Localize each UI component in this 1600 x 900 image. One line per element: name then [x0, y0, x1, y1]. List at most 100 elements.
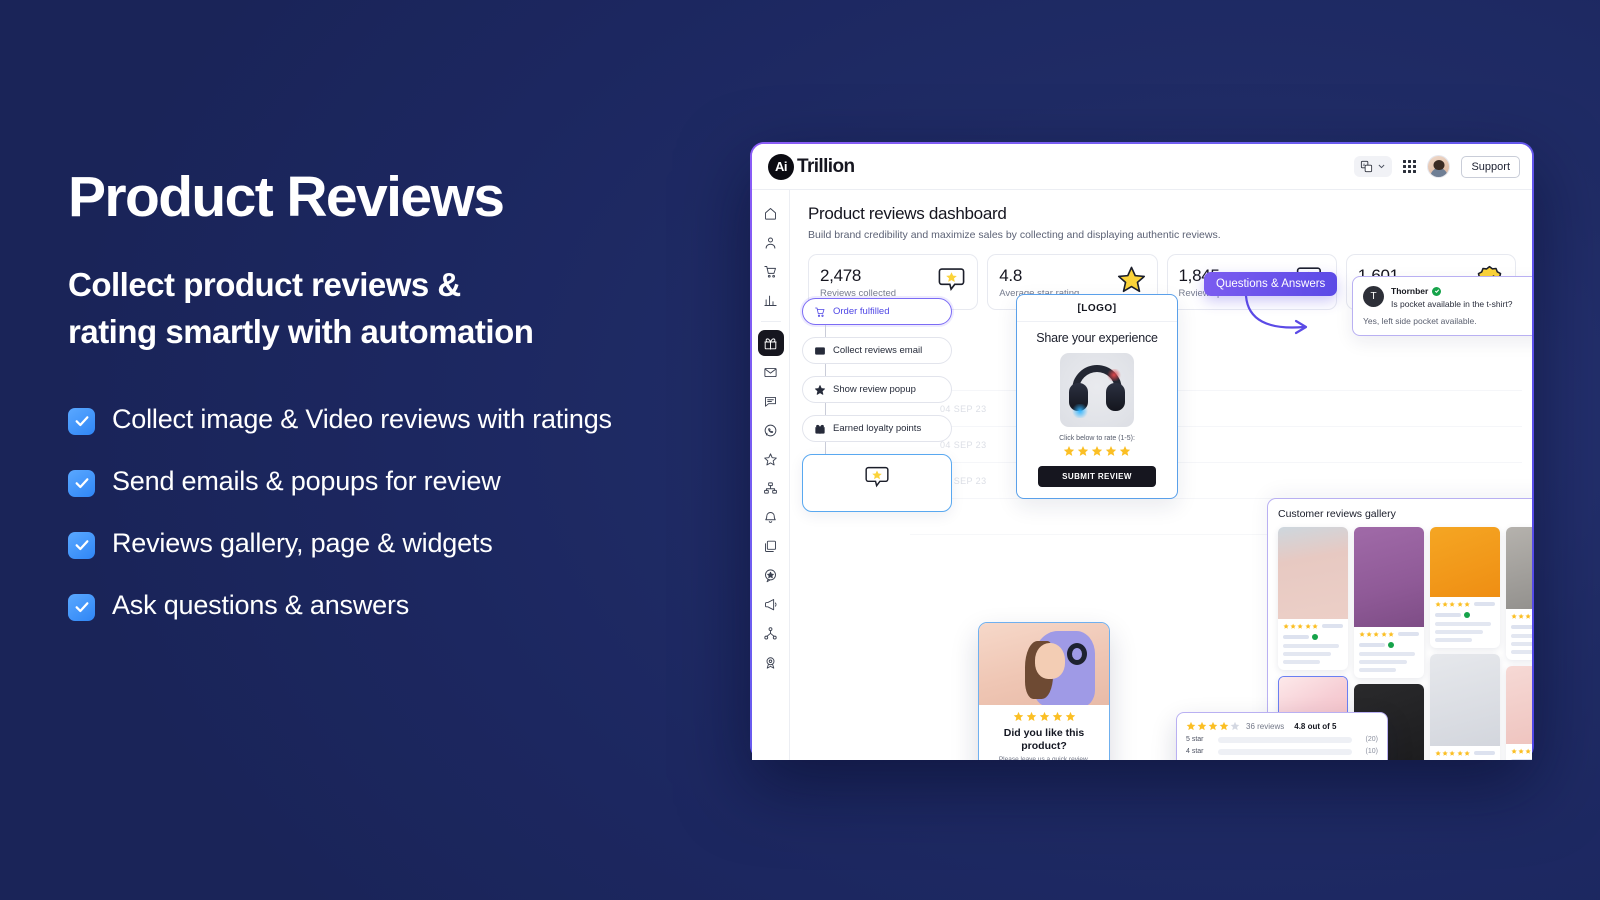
star-bubble-icon — [811, 464, 943, 495]
reviews-count: 36 reviews — [1246, 721, 1285, 731]
feature-item: Send emails & popups for review — [68, 464, 668, 500]
dashboard-title: Product reviews dashboard — [808, 204, 1007, 223]
brand-name: Trillion — [797, 155, 855, 177]
sidebar-item-whatsapp[interactable] — [758, 417, 784, 443]
verified-icon — [1432, 286, 1442, 296]
verified-icon — [1464, 611, 1470, 618]
workflow-icon — [764, 481, 777, 494]
sidebar-item-megaphone[interactable] — [758, 591, 784, 617]
card-stars — [1511, 613, 1532, 620]
rating-row: 5 star (20) — [1186, 736, 1378, 743]
card-stars — [1511, 748, 1532, 755]
table-row: 04 SEP 23 — [910, 462, 1522, 498]
gallery-title: Customer reviews gallery — [1278, 508, 1396, 520]
feature-label: Reviews gallery, page & widgets — [112, 527, 493, 558]
chat-icon — [765, 396, 776, 407]
sidebar-item-review-bubble[interactable] — [758, 562, 784, 588]
questions-answers-badge: Questions & Answers — [1204, 272, 1338, 296]
rating-row-count: (20) — [1365, 736, 1378, 743]
avatar[interactable] — [1427, 155, 1451, 178]
subheadline-line-1: Collect product reviews & — [68, 266, 461, 304]
sidebar-item-home[interactable] — [758, 200, 784, 226]
sidebar-item-customer[interactable] — [758, 229, 784, 255]
star-icon — [1197, 721, 1207, 731]
workflow-node[interactable]: Collect reviews email — [802, 337, 952, 364]
gallery-review-card[interactable] — [1278, 527, 1348, 670]
dashboard-subtitle: Build brand credibility and maximize sal… — [808, 229, 1221, 241]
popup-rating-stars[interactable] — [987, 711, 1101, 722]
rating-summary-card: 36 reviews 4.8 out of 5 5 star (20) 4 st… — [1176, 712, 1388, 760]
feature-item: Collect image & Video reviews with ratin… — [68, 402, 668, 438]
rating-breakdown: 5 star (20) 4 star (10) 3 star (5) 2 sta… — [1186, 736, 1378, 760]
gallery-review-card[interactable] — [1430, 653, 1500, 760]
badge-icon — [766, 656, 775, 669]
sidebar-divider — [760, 321, 781, 322]
gallery-review-card[interactable] — [1506, 665, 1532, 760]
sidebar-item-bell[interactable] — [758, 504, 784, 530]
woman-towel-mirror — [1430, 653, 1500, 746]
checkbox-icon — [68, 407, 95, 435]
woman-applying-makeup — [1506, 665, 1532, 744]
app-sidebar — [752, 190, 790, 760]
layers-icon — [765, 540, 776, 552]
popup-subtext: Please leave us a quick review. — [998, 756, 1090, 760]
sidebar-item-gift[interactable] — [757, 330, 784, 356]
summary-stars — [1186, 721, 1240, 731]
sidebar-item-badge[interactable] — [758, 649, 784, 675]
sidebar-item-cart[interactable] — [758, 258, 784, 284]
verified-icon — [1388, 641, 1394, 648]
star-icon — [1219, 721, 1229, 731]
woman-green-sweater — [1354, 527, 1424, 627]
qa-avatar: T — [1363, 286, 1384, 307]
curved-arrow-icon — [1244, 294, 1308, 335]
gallery-review-card[interactable] — [1430, 527, 1500, 648]
card-stars — [1435, 750, 1495, 757]
sidebar-item-chat[interactable] — [758, 388, 784, 414]
promo-banner: Product Reviews Collect product reviews … — [0, 0, 1600, 900]
subheadline: Collect product reviews & rating smartly… — [68, 262, 668, 356]
app-topbar: Ai Trillion A Support — [752, 144, 1532, 190]
card-author — [1435, 611, 1495, 618]
gift-icon — [815, 424, 825, 434]
topbar-actions: A Support — [1354, 155, 1520, 178]
apps-grid-icon[interactable] — [1403, 160, 1417, 173]
app-window: Ai Trillion A Support Product reviews da… — [750, 142, 1534, 760]
submit-review-button[interactable]: SUBMIT REVIEW — [1038, 466, 1156, 487]
sidebar-item-affiliate[interactable] — [758, 620, 784, 646]
support-button[interactable]: Support — [1461, 155, 1520, 178]
workflow-node[interactable]: Show review popup — [802, 376, 952, 403]
share-heading: Share your experience — [1036, 331, 1158, 345]
gallery-review-card[interactable] — [1354, 527, 1424, 678]
star-bubble-icon — [937, 265, 966, 299]
card-author — [1359, 641, 1419, 648]
sidebar-item-analytics[interactable] — [758, 287, 784, 313]
man-walking-street — [1506, 527, 1532, 609]
language-selector[interactable]: A — [1354, 156, 1393, 177]
feature-item: Ask questions & answers — [68, 588, 668, 624]
app-content: Product reviews dashboard Build brand cr… — [790, 190, 1532, 760]
sidebar-item-email[interactable] — [758, 359, 784, 385]
review-request-popup: Did you like this product? Please leave … — [978, 622, 1110, 760]
widget-logo-placeholder: [LOGO] — [1077, 303, 1117, 314]
share-experience-widget: [LOGO] Share your experience Click below… — [1016, 294, 1178, 499]
sidebar-item-star[interactable] — [758, 446, 784, 472]
subheadline-line-2: rating smartly with automation — [68, 312, 534, 350]
brand-logo[interactable]: Ai Trillion — [768, 153, 855, 180]
gallery-review-card[interactable] — [1506, 527, 1532, 660]
cart-icon — [764, 265, 776, 278]
feature-label: Send emails & popups for review — [112, 465, 501, 496]
sidebar-item-layers[interactable] — [758, 533, 784, 559]
rating-row-bar — [1218, 748, 1352, 755]
feature-item: Reviews gallery, page & widgets — [68, 526, 668, 562]
star-icon — [814, 384, 826, 395]
workflow-node[interactable]: Earned loyalty points — [802, 415, 952, 442]
sidebar-item-workflow[interactable] — [758, 475, 784, 501]
qa-author-name: Thornber — [1391, 286, 1429, 296]
megaphone-icon — [765, 598, 777, 610]
star-icon — [1186, 721, 1196, 731]
table-row: 04 SEP 23 — [910, 426, 1522, 462]
workflow-node[interactable]: Order fulfilled — [802, 298, 952, 325]
verified-icon — [1312, 633, 1318, 640]
average-score: 4.8 out of 5 — [1294, 721, 1337, 731]
rating-stars[interactable] — [1027, 445, 1167, 457]
